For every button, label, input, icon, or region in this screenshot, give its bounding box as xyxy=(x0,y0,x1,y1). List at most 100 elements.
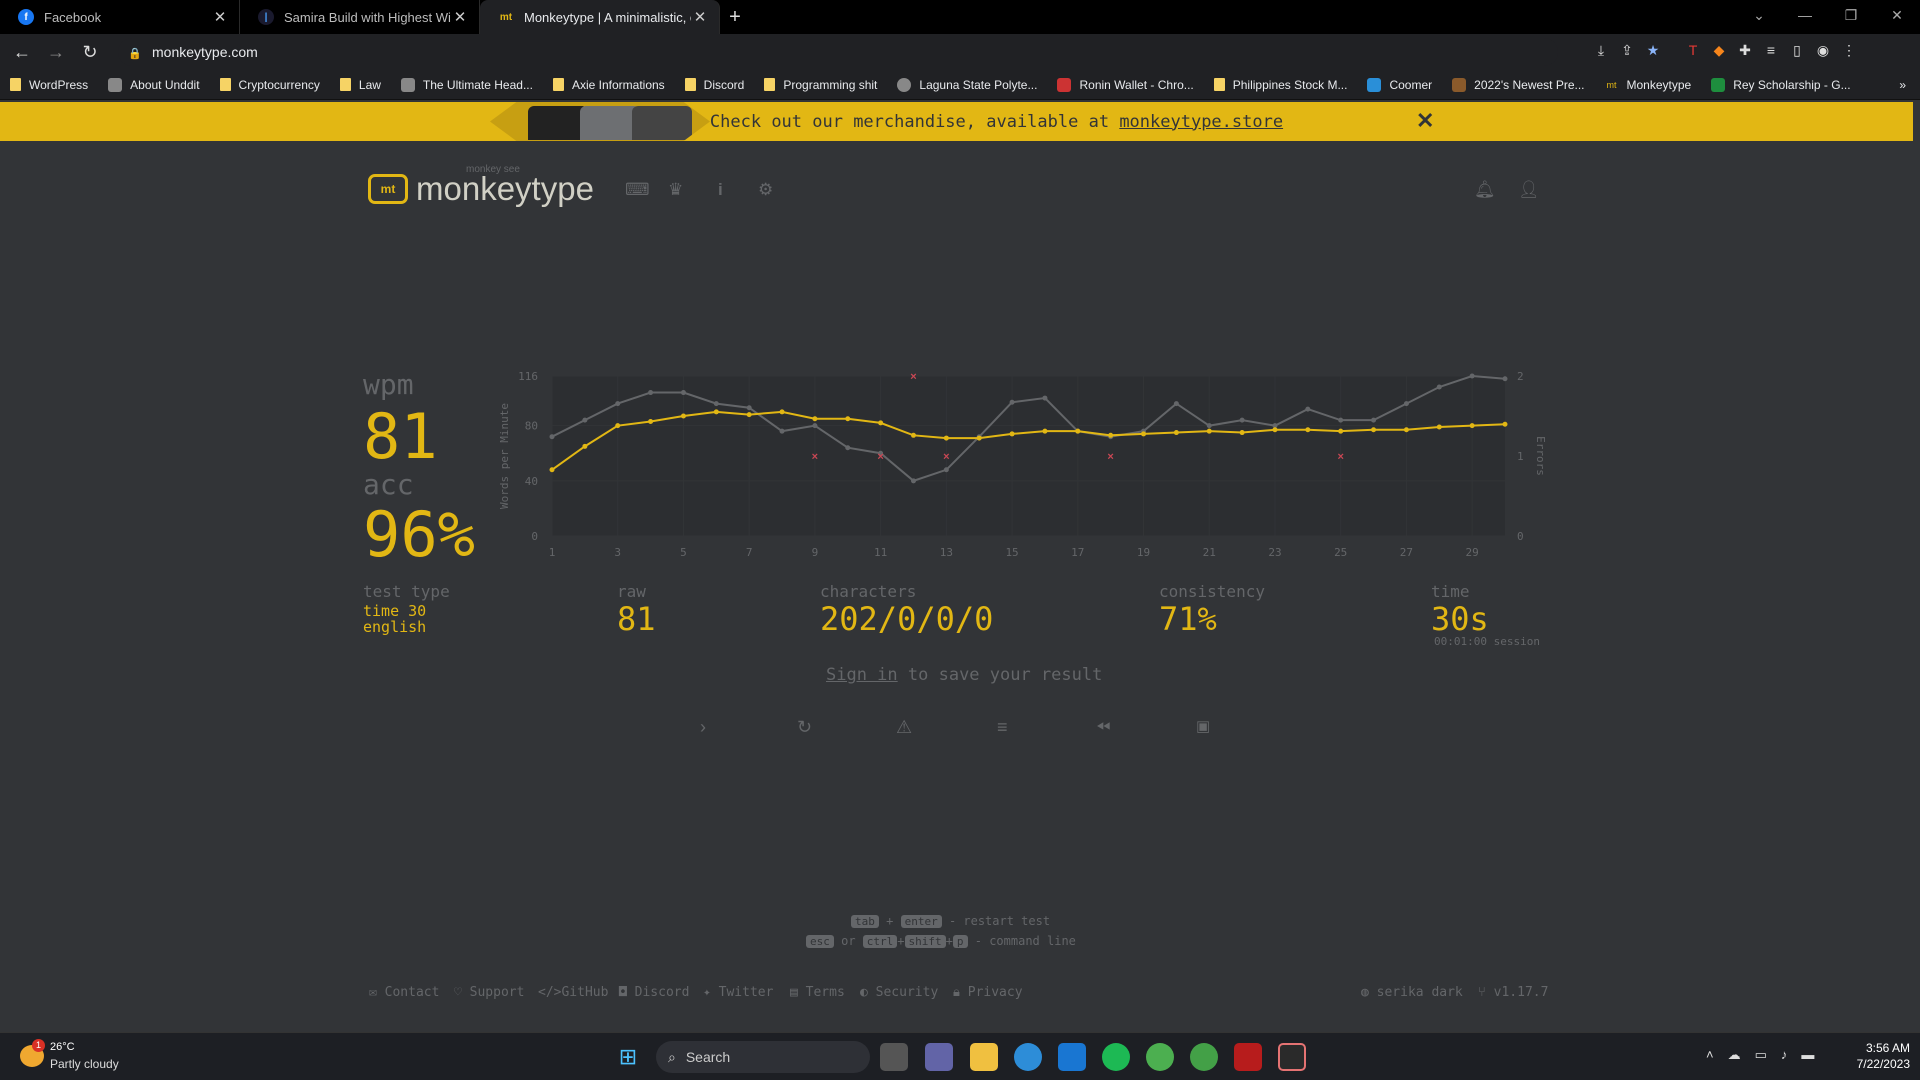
consistency-label: consistency xyxy=(1159,582,1265,601)
store-icon[interactable] xyxy=(1058,1043,1086,1071)
footer-privacy[interactable]: 🔒︎ Privacy xyxy=(953,985,1023,1000)
footer-version[interactable]: ⑂ v1.17.7 xyxy=(1478,985,1548,1000)
side-panel-icon[interactable]: ▯ xyxy=(1784,42,1810,59)
bookmark-item[interactable]: Ronin Wallet - Chro... xyxy=(1057,77,1194,92)
extensions-icon[interactable]: ✚ xyxy=(1732,42,1758,59)
bookmark-item[interactable]: WordPress xyxy=(10,78,88,92)
footer-terms[interactable]: ▤ Terms xyxy=(790,985,845,1000)
close-window-icon[interactable]: ✕ xyxy=(1874,0,1920,30)
keyboard-icon[interactable]: ⌨ xyxy=(625,180,650,200)
user-icon[interactable]: 👤︎ xyxy=(1518,180,1540,200)
teams-icon[interactable] xyxy=(925,1043,953,1071)
bookmark-item[interactable]: Rey Scholarship - G... xyxy=(1711,77,1851,92)
bookmark-item[interactable]: Cryptocurrency xyxy=(219,78,320,92)
bookmark-item[interactable]: Coomer xyxy=(1367,77,1432,92)
close-tab-icon[interactable]: ✕ xyxy=(211,8,229,26)
footer-theme[interactable]: ◍ serika dark xyxy=(1361,985,1463,1000)
folder-icon xyxy=(219,78,231,91)
bookmark-item[interactable]: About Unddit xyxy=(108,77,200,92)
footer-security[interactable]: ◐ Security xyxy=(860,985,938,1000)
more-bookmarks-icon[interactable]: » xyxy=(1899,78,1906,92)
restart-icon[interactable]: ↻ xyxy=(797,717,812,738)
dota-icon[interactable] xyxy=(1234,1043,1262,1071)
store-link[interactable]: monkeytype.store xyxy=(1119,112,1283,132)
tab-search-icon[interactable]: ⌄ xyxy=(1736,0,1782,30)
info-icon[interactable]: i xyxy=(718,180,723,200)
sign-in-link[interactable]: Sign in xyxy=(826,665,898,685)
test-type-label: test type xyxy=(363,582,450,601)
close-tab-icon[interactable]: ✕ xyxy=(691,8,709,26)
bookmark-item[interactable]: Laguna State Polyte... xyxy=(897,77,1037,92)
share-icon[interactable]: ⇪ xyxy=(1614,42,1640,59)
close-banner-icon[interactable]: ✕ xyxy=(1416,108,1434,134)
replay-icon[interactable]: ⏪︎ xyxy=(1096,717,1110,738)
footer-contact[interactable]: ✉ Contact xyxy=(369,985,439,1000)
snipping-tool-icon[interactable] xyxy=(1278,1043,1306,1071)
system-tray-icons[interactable]: ˄☁▭♪▬ xyxy=(1706,1047,1828,1063)
data-point xyxy=(1009,399,1015,405)
bookmark-item[interactable]: 2022's Newest Pre... xyxy=(1452,77,1585,92)
reload-icon[interactable]: ↻ xyxy=(76,42,104,63)
footer-support[interactable]: ♡ Support xyxy=(454,985,524,1000)
screenshot-icon[interactable]: ▣ xyxy=(1196,717,1210,735)
back-icon[interactable]: ← xyxy=(8,42,36,63)
url-input[interactable]: 🔒 monkeytype.com xyxy=(118,38,1558,66)
bookmark-item[interactable]: Programming shit xyxy=(764,78,877,92)
warning-icon[interactable]: ⚠ xyxy=(896,717,912,738)
data-point xyxy=(713,409,719,415)
taskbar-search[interactable]: ⌕ Search xyxy=(656,1041,870,1073)
windows-start-icon[interactable]: ⊞ xyxy=(614,1043,642,1071)
data-point xyxy=(812,416,818,422)
crown-icon[interactable]: ♛ xyxy=(668,180,683,200)
edge-icon[interactable] xyxy=(1014,1043,1042,1071)
tab-facebook[interactable]: f Facebook ✕ xyxy=(0,0,240,34)
folder-icon xyxy=(684,78,696,91)
next-test-icon[interactable]: › xyxy=(700,717,706,738)
minimize-icon[interactable]: — xyxy=(1782,0,1828,30)
bookmark-item[interactable]: Axie Informations xyxy=(552,78,665,92)
bookmark-item[interactable]: The Ultimate Head... xyxy=(400,77,533,92)
footer-discord[interactable]: ◘ Discord xyxy=(619,985,689,1000)
sheets-icon xyxy=(1711,77,1726,92)
tab-samira[interactable]: | Samira Build with Highest Winrat ✕ xyxy=(240,0,480,34)
close-tab-icon[interactable]: ✕ xyxy=(451,8,469,26)
data-point xyxy=(1403,401,1409,407)
bookmark-item[interactable]: Law xyxy=(339,78,381,92)
new-tab-button[interactable]: + xyxy=(720,0,750,34)
data-point xyxy=(1403,427,1409,433)
chrome-profile-icon[interactable] xyxy=(1190,1043,1218,1071)
bookmark-star-icon[interactable]: ★ xyxy=(1640,42,1666,59)
tab-monkeytype[interactable]: mt Monkeytype | A minimalistic, cust ✕ xyxy=(480,0,720,34)
extension-tp-icon[interactable]: T xyxy=(1680,42,1706,59)
x-tick-label: 27 xyxy=(1400,546,1413,559)
profile-avatar-icon[interactable]: ◉ xyxy=(1810,42,1836,59)
install-icon[interactable]: ⤓ xyxy=(1588,42,1614,59)
y2-tick-label: 1 xyxy=(1517,450,1524,463)
data-point xyxy=(549,434,555,440)
file-explorer-icon[interactable] xyxy=(970,1043,998,1071)
footer-github[interactable]: </>GitHub xyxy=(538,985,608,1000)
bookmark-item[interactable]: Philippines Stock M... xyxy=(1213,78,1347,92)
metamask-icon[interactable]: ◆ xyxy=(1706,42,1732,59)
notification-badge: 1 xyxy=(32,1039,45,1052)
task-view-icon[interactable] xyxy=(880,1043,908,1071)
forward-icon[interactable]: → xyxy=(42,42,70,63)
spotify-icon[interactable] xyxy=(1102,1043,1130,1071)
restore-icon[interactable]: ❐ xyxy=(1828,0,1874,30)
bookmark-item[interactable]: Discord xyxy=(684,78,744,92)
menu-icon[interactable]: ⋮ xyxy=(1836,42,1862,59)
gear-icon[interactable]: ⚙ xyxy=(758,180,773,200)
media-icon[interactable]: ≡ xyxy=(1758,42,1784,59)
data-point xyxy=(1502,376,1508,382)
data-point xyxy=(1141,431,1147,437)
merch-banner: Check out our merchandise, available at … xyxy=(0,102,1913,141)
bell-icon[interactable]: 🔔︎ xyxy=(1474,180,1496,200)
footer-twitter[interactable]: ✦ Twitter xyxy=(703,985,773,1000)
chrome-icon[interactable] xyxy=(1146,1043,1174,1071)
data-point xyxy=(582,443,588,449)
logo[interactable]: mt monkey see monkeytype xyxy=(368,164,594,208)
search-icon: ⌕ xyxy=(668,1048,676,1065)
word-history-icon[interactable]: ≡ xyxy=(997,717,1008,738)
data-point xyxy=(648,419,654,425)
bookmark-item[interactable]: mt Monkeytype xyxy=(1605,78,1692,92)
